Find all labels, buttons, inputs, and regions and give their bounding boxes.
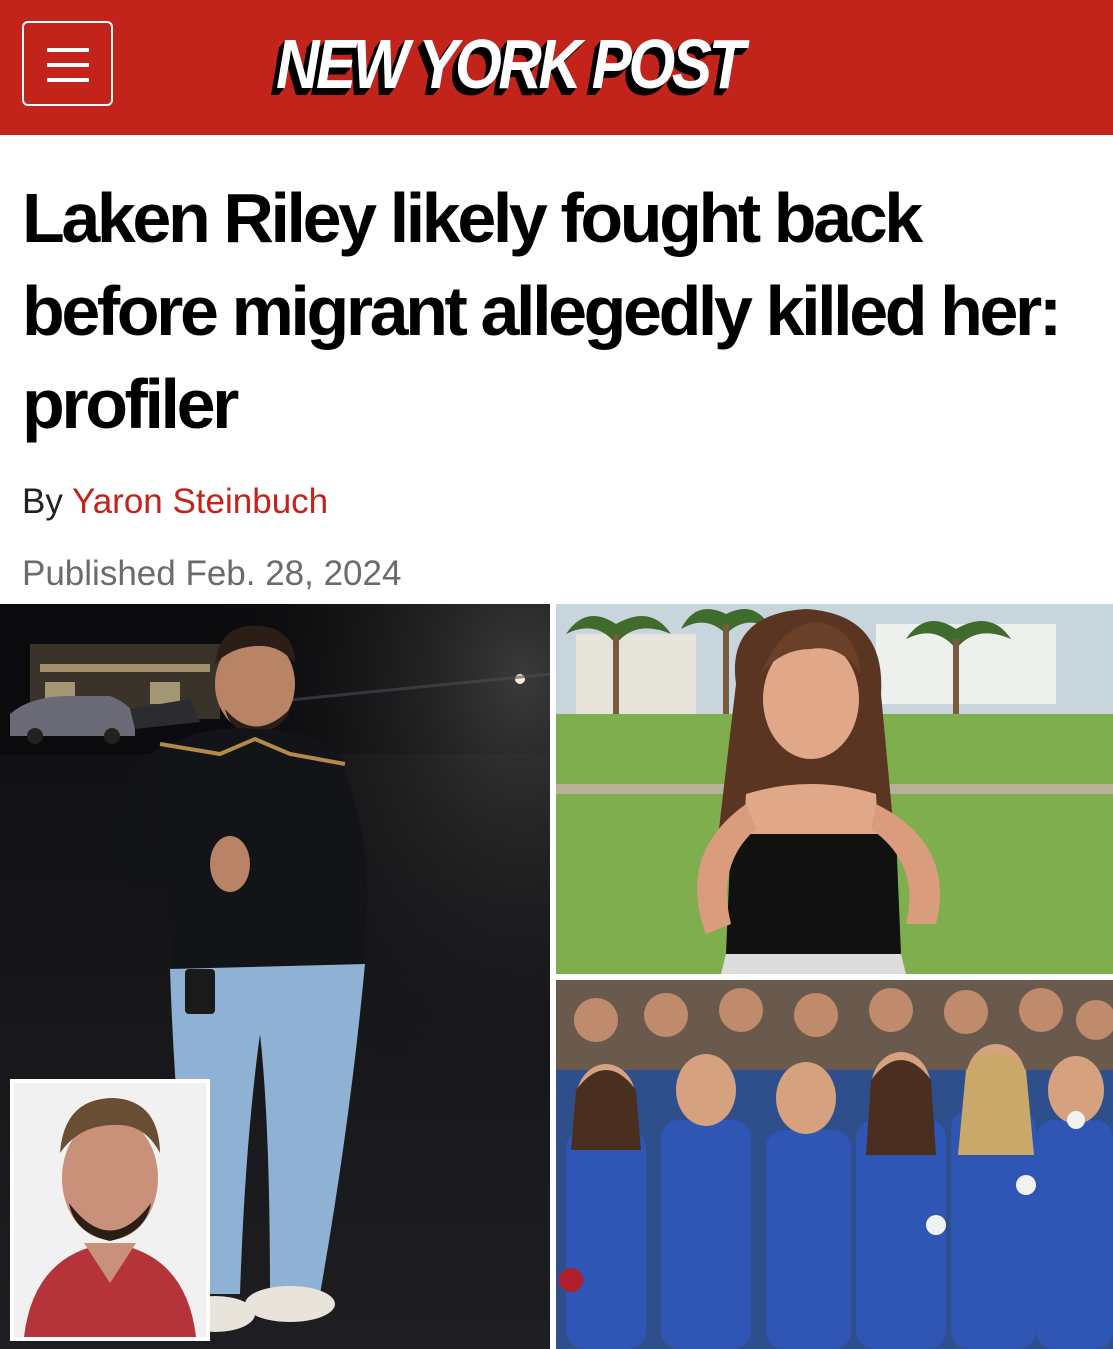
article-headline: Laken Riley likely fought back before mi…: [22, 179, 1062, 443]
suspect-mugshot-inset: [10, 1079, 210, 1341]
site-header: NEW YORK POST: [0, 0, 1113, 135]
site-logo[interactable]: NEW YORK POST: [266, 22, 846, 112]
byline-prefix: By: [22, 482, 63, 521]
menu-button[interactable]: [22, 21, 113, 106]
vigil-crowd-photo: [556, 980, 1113, 1349]
logo-wordmark: NEW YORK POST: [276, 25, 745, 103]
author-link[interactable]: Yaron Steinbuch: [72, 482, 328, 521]
victim-portrait-photo: [556, 604, 1113, 974]
published-date: Published Feb. 28, 2024: [22, 554, 402, 593]
byline: By Yaron Steinbuch: [22, 481, 328, 523]
